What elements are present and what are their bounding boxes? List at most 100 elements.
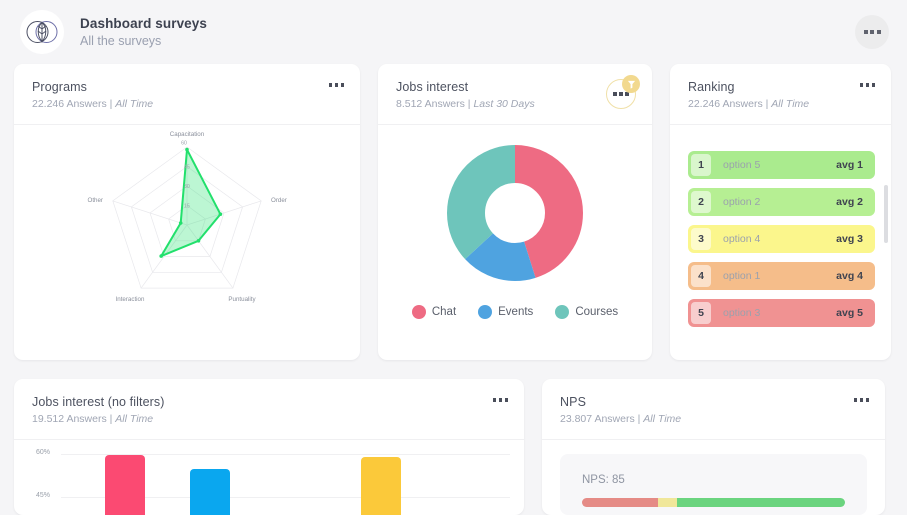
nps-segment-promoters[interactable] [676,498,845,507]
period-label: All Time [643,413,682,425]
jobs-interest-filter-menu [600,75,640,109]
dashboard-row-1: Programs 22.246 Answers | All Time 60 45… [0,64,907,360]
bar-courses[interactable] [361,457,401,515]
rank-average: avg 1 [836,159,863,171]
rank-number: 4 [691,265,711,287]
card-header-jobs-interest: Jobs interest 8.512 Answers | Last 30 Da… [378,64,652,125]
card-header-programs: Programs 22.246 Answers | All Time [14,64,360,125]
rank-option-label: option 5 [723,159,761,171]
card-jobs-interest: Jobs interest 8.512 Answers | Last 30 Da… [378,64,652,360]
radar-axis-label-other: Other [88,197,103,204]
radar-axis-label-order: Order [271,197,287,204]
dot [613,92,617,96]
bar-chat[interactable] [105,455,145,515]
dot [865,83,869,87]
y-axis-tick-label: 60% [36,449,51,456]
radar-chart: 60 45 30 15 Capacitation Order Puntualit… [88,131,287,303]
rank-option-label: option 3 [723,307,761,319]
programs-ellipsis-icon[interactable] [323,79,344,87]
donut-legend: Chat Events Courses [378,305,652,333]
header-text-block: Dashboard surveys All the surveys [80,15,855,50]
rank-number: 2 [691,191,711,213]
legend-item-events[interactable]: Events [478,305,533,319]
radar-series-polygon [160,148,222,258]
period-label: Last 30 Days [473,98,535,110]
answers-count: 8.512 Answers | [396,98,474,110]
card-subtitle: 23.807 Answers | All Time [560,412,848,427]
dashboard-row-2: Jobs interest (no filters) 19.512 Answer… [0,379,907,515]
card-header-jobs-no-filters: Jobs interest (no filters) 19.512 Answer… [14,379,524,440]
rank-option-label: option 4 [723,233,761,245]
nps-ellipsis-icon[interactable] [848,394,869,402]
dot [871,83,875,87]
dot [853,398,857,402]
period-label: All Time [115,413,154,425]
card-title: NPS [560,395,587,409]
dot [492,398,496,402]
nps-segment-passives[interactable] [658,498,677,507]
filter-funnel-icon[interactable] [622,75,640,93]
jobs-interest-chart-body: Chat Events Courses [378,125,652,360]
ranking-row[interactable]: 1 option 5 avg 1 [688,151,875,179]
jobs-no-filters-ellipsis-icon[interactable] [487,394,508,402]
ranking-ellipsis-icon[interactable] [854,79,875,87]
jobs-no-filters-chart-body: 60% 45% [14,440,524,515]
ranking-row[interactable]: 3 option 4 avg 3 [688,225,875,253]
card-header-ranking: Ranking 22.246 Answers | All Time [670,64,891,125]
ranking-row[interactable]: 2 option 2 avg 2 [688,188,875,216]
dot [876,30,881,34]
dot [870,30,874,34]
card-title: Jobs interest [396,80,469,94]
period-label: All Time [771,98,810,110]
radar-axis-label-puntuality: Puntuality [228,296,256,303]
rank-average: avg 3 [836,233,863,245]
card-subtitle: 8.512 Answers | Last 30 Days [396,97,600,112]
answers-count: 19.512 Answers | [32,413,116,425]
rank-number: 5 [691,302,711,324]
radar-tick-label: 45 [184,165,190,171]
page-title: Dashboard surveys [80,15,208,31]
legend-item-chat[interactable]: Chat [411,305,456,319]
nps-segment-detractors[interactable] [582,498,659,507]
legend-swatch [478,305,493,319]
legend-swatch [555,305,570,319]
dot [334,83,338,87]
legend-label: Courses [575,306,619,318]
dot [340,83,344,87]
nps-panel: NPS: 85 [560,454,867,515]
rank-average: avg 2 [836,196,863,208]
ranking-row[interactable]: 5 option 3 avg 5 [688,299,875,327]
ranking-row[interactable]: 4 option 1 avg 4 [688,262,875,290]
dot [859,398,863,402]
page-header: Dashboard surveys All the surveys [0,0,907,64]
dot [865,398,869,402]
dot [619,92,623,96]
legend-item-courses[interactable]: Courses [555,305,618,319]
y-axis-tick-label: 45% [36,492,51,499]
page-subtitle: All the surveys [80,33,162,48]
nps-score-label: NPS: 85 [582,474,625,486]
ranking-list: 1 option 5 avg 1 2 option 2 avg 2 3 opti… [670,125,891,346]
bar-events[interactable] [190,469,230,515]
leaf-logo-icon [20,10,64,54]
rank-average: avg 5 [836,307,863,319]
ranking-body: 1 option 5 avg 1 2 option 2 avg 2 3 opti… [670,125,891,360]
legend-label: Events [498,306,534,318]
dot [328,83,332,87]
card-subtitle: 19.512 Answers | All Time [32,412,487,427]
bar-chart: 60% 45% [14,440,524,515]
radar-tick-label: 60 [181,141,187,147]
card-jobs-no-filters: Jobs interest (no filters) 19.512 Answer… [14,379,524,515]
card-subtitle: 22.246 Answers | All Time [688,97,854,112]
dot [863,30,868,34]
card-title: Ranking [688,80,735,94]
header-ellipsis-icon[interactable] [855,15,889,49]
ranking-scrollbar[interactable] [884,185,888,243]
donut-chart [447,145,583,281]
dot [504,398,508,402]
radar-axis-label-interaction: Interaction [116,296,145,303]
card-header-nps: NPS 23.807 Answers | All Time [542,379,885,440]
period-label: All Time [115,98,154,110]
dashboard-page: Dashboard surveys All the surveys Progra… [0,0,907,515]
card-ranking: Ranking 22.246 Answers | All Time 1 opti… [670,64,891,360]
